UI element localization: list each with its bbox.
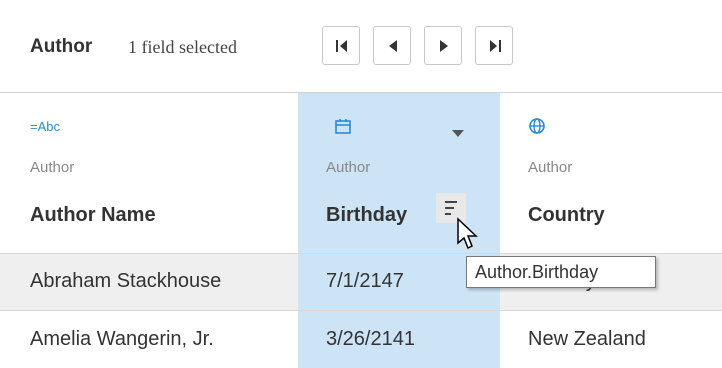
last-page-icon — [490, 40, 501, 52]
previous-page-button[interactable] — [373, 26, 411, 65]
first-page-button[interactable] — [322, 26, 360, 65]
cell-author-name: Amelia Wangerin, Jr. — [30, 328, 214, 350]
column-name: Author Name — [30, 204, 156, 226]
globe-icon[interactable] — [528, 117, 546, 138]
cell-birthday: 7/1/2147 — [326, 270, 404, 292]
last-page-button[interactable] — [475, 26, 513, 65]
column-header-country[interactable]: Author Country — [500, 93, 722, 253]
field-tooltip: Author.Birthday — [466, 256, 656, 288]
chevron-down-icon — [452, 130, 464, 137]
column-source: Author — [326, 159, 371, 176]
calendar-icon[interactable] — [334, 117, 352, 138]
string-type-icon[interactable]: =Abc — [30, 119, 60, 134]
column-header-author-name[interactable]: =Abc Author Author Name — [0, 93, 298, 253]
column-name: Country — [528, 204, 605, 226]
cell-country: New Zealand — [528, 328, 646, 350]
column-source: Author — [528, 159, 573, 176]
data-grid: =Abc Author Author Name Author Birthday — [0, 93, 722, 368]
next-page-button[interactable] — [424, 26, 462, 65]
table-row[interactable]: Amelia Wangerin, Jr. 3/26/2141 New Zeala… — [0, 312, 722, 368]
data-pane-toolbar: Author 1 field selected — [0, 0, 722, 93]
next-page-icon — [440, 40, 448, 52]
column-source: Author — [30, 159, 75, 176]
column-name: Birthday — [326, 204, 408, 226]
mouse-pointer-icon — [457, 217, 478, 250]
selection-status: 1 field selected — [128, 37, 237, 57]
previous-page-icon — [389, 40, 397, 52]
table-title: Author — [30, 36, 93, 57]
cell-birthday: 3/26/2141 — [326, 328, 415, 350]
cell-author-name: Abraham Stackhouse — [30, 270, 222, 292]
column-menu-dropdown[interactable] — [451, 126, 465, 144]
first-page-icon — [336, 40, 347, 52]
